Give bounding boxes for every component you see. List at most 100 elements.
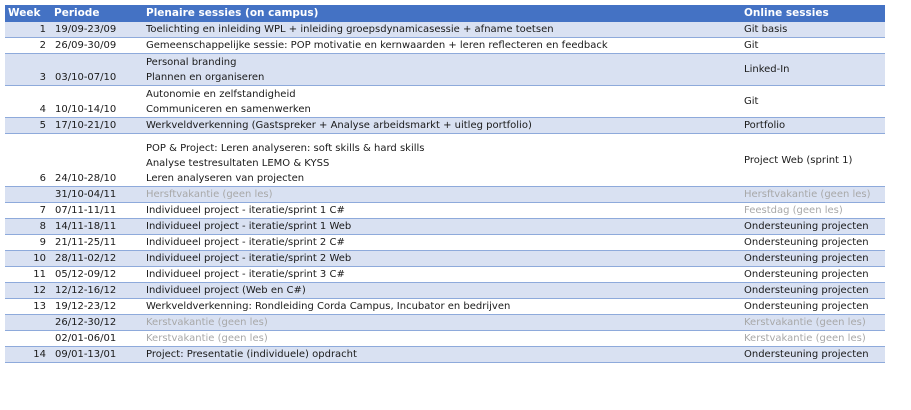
- plenaire-line: Individueel project - iteratie/sprint 1 …: [146, 221, 352, 232]
- cell-week: 6: [5, 133, 51, 187]
- cell-plenaire: Toelichting en inleiding WPL + inleiding…: [143, 21, 741, 38]
- cell-periode: 19/09-23/09: [51, 21, 143, 38]
- plenaire-line: Plannen en organiseren: [146, 72, 265, 83]
- table-row: 02/01-06/01 Kerstvakantie (geen les) Kerst…: [5, 330, 885, 347]
- table-row: 13 19/12-23/12 Werkveldverkenning: Rondlei…: [5, 298, 885, 315]
- table-row: 1 19/09-23/09 Toelichting en inleiding WPL…: [5, 21, 885, 38]
- cell-periode: 10/10-14/10: [51, 85, 143, 118]
- cell-plenaire: Hersftvakantie (geen les): [143, 186, 741, 203]
- plenaire-line: Autonomie en zelfstandigheid: [146, 89, 296, 100]
- table-row: 7 07/11-11/11 Individueel project - iterat…: [5, 202, 885, 219]
- cell-week: [5, 186, 51, 203]
- table-header: Week Periode Plenaire sessies (on campus…: [5, 5, 885, 22]
- cell-week: 7: [5, 202, 51, 219]
- cell-plenaire: Individueel project - iteratie/sprint 1 …: [143, 218, 741, 235]
- cell-periode: 09/01-13/01: [51, 346, 143, 363]
- cell-online: Kerstvakantie (geen les): [741, 330, 885, 347]
- cell-periode: 07/11-11/11: [51, 202, 143, 219]
- cell-plenaire: Project: Presentatie (individuele) opdra…: [143, 346, 741, 363]
- plenaire-line: Werkveldverkenning (Gastspreker + Analys…: [146, 120, 532, 131]
- cell-week: 3: [5, 53, 51, 86]
- plenaire-line: Individueel project - iteratie/sprint 3 …: [146, 269, 345, 280]
- plenaire-line: Kerstvakantie (geen les): [146, 333, 268, 344]
- plenaire-line: Leren analyseren van projecten: [146, 173, 305, 184]
- table-row: 3 03/10-07/10 Personal branding Plannen en …: [5, 53, 885, 86]
- table-row: 9 21/11-25/11 Individueel project - iterat…: [5, 234, 885, 251]
- plenaire-line: POP & Project: Leren analyseren: soft sk…: [146, 143, 425, 154]
- cell-periode: 05/12-09/12: [51, 266, 143, 283]
- cell-week: 14: [5, 346, 51, 363]
- header-week: Week: [5, 5, 51, 22]
- plenaire-line: Project: Presentatie (individuele) opdra…: [146, 349, 357, 360]
- cell-plenaire: Gemeenschappelijke sessie: POP motivatie…: [143, 37, 741, 54]
- cell-online: Feestdag (geen les): [741, 202, 885, 219]
- header-periode: Periode: [51, 5, 143, 22]
- cell-week: [5, 330, 51, 347]
- cell-periode: 21/11-25/11: [51, 234, 143, 251]
- cell-plenaire: Individueel project - iteratie/sprint 2 …: [143, 234, 741, 251]
- cell-plenaire: Personal branding Plannen en organiseren: [143, 53, 741, 86]
- cell-plenaire: Individueel project (Web en C#): [143, 282, 741, 299]
- cell-plenaire: Individueel project - iteratie/sprint 2 …: [143, 250, 741, 267]
- cell-week: 12: [5, 282, 51, 299]
- table-row: 4 10/10-14/10 Autonomie en zelfstandigheid…: [5, 85, 885, 118]
- schedule-table: Week Periode Plenaire sessies (on campus…: [5, 5, 885, 363]
- table-body: 1 19/09-23/09 Toelichting en inleiding WPL…: [5, 21, 885, 363]
- cell-periode: 26/09-30/09: [51, 37, 143, 54]
- table-row: 2 26/09-30/09 Gemeenschappelijke sessie: P…: [5, 37, 885, 54]
- cell-periode: 02/01-06/01: [51, 330, 143, 347]
- cell-plenaire: Kerstvakantie (geen les): [143, 330, 741, 347]
- cell-online: Linked-In: [741, 53, 885, 86]
- table-row: 6 24/10-28/10 POP & Project: Leren analyse…: [5, 133, 885, 187]
- plenaire-line: Individueel project (Web en C#): [146, 285, 306, 296]
- cell-periode: 19/12-23/12: [51, 298, 143, 315]
- cell-periode: 24/10-28/10: [51, 133, 143, 187]
- cell-week: 11: [5, 266, 51, 283]
- cell-online: Kerstvakantie (geen les): [741, 314, 885, 331]
- table-row: 5 17/10-21/10 Werkveldverkenning (Gastspre…: [5, 117, 885, 134]
- table-row: 12 12/12-16/12 Individueel project (Web en…: [5, 282, 885, 299]
- cell-online: Project Web (sprint 1): [741, 133, 885, 187]
- cell-plenaire: Kerstvakantie (geen les): [143, 314, 741, 331]
- cell-plenaire: Werkveldverkenning: Rondleiding Corda Ca…: [143, 298, 741, 315]
- table-row: 11 05/12-09/12 Individueel project - itera…: [5, 266, 885, 283]
- cell-week: 1: [5, 21, 51, 38]
- cell-plenaire: Individueel project - iteratie/sprint 3 …: [143, 266, 741, 283]
- cell-periode: 31/10-04/11: [51, 186, 143, 203]
- cell-periode: 28/11-02/12: [51, 250, 143, 267]
- cell-online: Ondersteuning projecten: [741, 218, 885, 235]
- plenaire-line: Werkveldverkenning: Rondleiding Corda Ca…: [146, 301, 511, 312]
- cell-week: 5: [5, 117, 51, 134]
- cell-week: 8: [5, 218, 51, 235]
- table-row: 8 14/11-18/11 Individueel project - iterat…: [5, 218, 885, 235]
- cell-online: Ondersteuning projecten: [741, 266, 885, 283]
- cell-online: Hersftvakantie (geen les): [741, 186, 885, 203]
- cell-online: Git: [741, 37, 885, 54]
- plenaire-line: Toelichting en inleiding WPL + inleiding…: [146, 24, 554, 35]
- cell-online: Git basis: [741, 21, 885, 38]
- header-online: Online sessies: [741, 5, 885, 22]
- cell-plenaire: Autonomie en zelfstandigheid Communiceren…: [143, 85, 741, 118]
- table-row: 14 09/01-13/01 Project: Presentatie (indiv…: [5, 346, 885, 363]
- plenaire-line: Individueel project - iteratie/sprint 2 …: [146, 237, 345, 248]
- cell-week: 13: [5, 298, 51, 315]
- cell-periode: 03/10-07/10: [51, 53, 143, 86]
- table-row: 31/10-04/11 Hersftvakantie (geen les) Hers…: [5, 186, 885, 203]
- cell-week: 2: [5, 37, 51, 54]
- cell-periode: 17/10-21/10: [51, 117, 143, 134]
- cell-online: Git: [741, 85, 885, 118]
- table-row: 10 28/11-02/12 Individueel project - itera…: [5, 250, 885, 267]
- cell-plenaire: Werkveldverkenning (Gastspreker + Analys…: [143, 117, 741, 134]
- cell-online: Ondersteuning projecten: [741, 282, 885, 299]
- cell-week: [5, 314, 51, 331]
- cell-online: Ondersteuning projecten: [741, 234, 885, 251]
- plenaire-line: Individueel project - iteratie/sprint 2 …: [146, 253, 352, 264]
- plenaire-line: Individueel project - iteratie/sprint 1 …: [146, 205, 345, 216]
- header-plenaire: Plenaire sessies (on campus): [143, 5, 741, 22]
- cell-online: Ondersteuning projecten: [741, 346, 885, 363]
- plenaire-line: Communiceren en samenwerken: [146, 104, 311, 115]
- cell-online: Ondersteuning projecten: [741, 250, 885, 267]
- plenaire-line: Gemeenschappelijke sessie: POP motivatie…: [146, 40, 608, 51]
- plenaire-line: Analyse testresultaten LEMO & KYSS: [146, 158, 330, 169]
- cell-online: Portfolio: [741, 117, 885, 134]
